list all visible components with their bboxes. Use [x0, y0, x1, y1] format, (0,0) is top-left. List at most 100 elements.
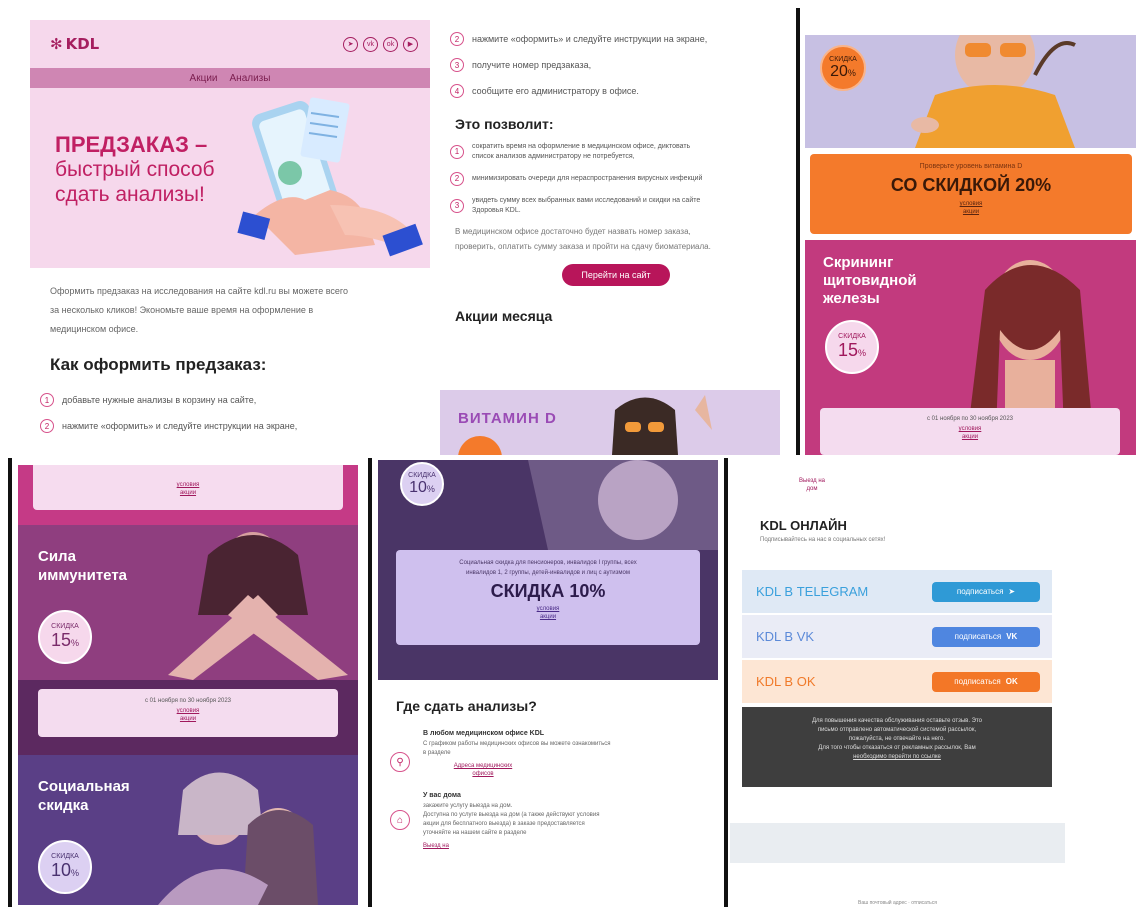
- vitamin-promo-photo[interactable]: СКИДКА 20%: [805, 35, 1136, 148]
- benefit-number: 2: [450, 172, 464, 186]
- email-panel-locations: СКИДКА 10% Социальная скидка для пенсион…: [378, 460, 718, 907]
- discount-badge: СКИДКА 10%: [400, 462, 444, 506]
- nav-link-promos[interactable]: Акции: [190, 73, 218, 84]
- home-visit-link[interactable]: Выезд на: [423, 842, 543, 850]
- email-panel-online: Выезд на дом KDL ОНЛАЙН Подписывайтесь на…: [730, 465, 1065, 907]
- location-item-home: ⌂ У вас дома закажите услугу выезда на д…: [378, 792, 718, 850]
- divider-vertical-left: [8, 458, 12, 907]
- telegram-icon[interactable]: ➤: [343, 36, 358, 52]
- bottom-legal-text: Ваш почтовый адрес · отписаться: [858, 900, 937, 906]
- where-title: Где сдать анализы?: [396, 698, 537, 714]
- benefit-item: 1 сократить время на оформление в медици…: [440, 142, 792, 162]
- benefit-number: 1: [450, 145, 464, 159]
- promo-dates: с 01 ноября по 30 ноября 2023: [145, 698, 231, 704]
- benefit-item: 2 минимизировать очереди для нераспростр…: [440, 172, 792, 186]
- social-discount-box[interactable]: Социальная скидка для пенсионеров, инвал…: [396, 550, 700, 645]
- social-discount-title: Социальная скидка: [38, 778, 130, 814]
- intro-text: Оформить предзаказ на исследования на са…: [50, 286, 348, 334]
- immunity-title: Сила иммунитета: [38, 548, 128, 584]
- benefit-item: 3 увидеть сумму всех выбранных вами иссл…: [440, 196, 792, 216]
- email-panel-benefits: 2 нажмите «оформить» и следуйте инструкц…: [440, 20, 792, 455]
- hero-subtitle-2: сдать анализы!: [55, 183, 205, 206]
- discount-headline: СКИДКА 10%: [490, 581, 606, 601]
- vk-icon: VK: [1006, 632, 1018, 641]
- ok-subscribe-button[interactable]: подписаться OK: [932, 671, 1040, 692]
- divider-horizontal: [0, 455, 1136, 458]
- unsubscribe-link[interactable]: необходимо перейти по ссылке: [762, 753, 1032, 762]
- benefits-title: Это позволит:: [455, 116, 554, 132]
- social-discount-section: СКИДКА 10% Социальная скидка для пенсион…: [378, 460, 718, 680]
- immunity-banner[interactable]: Сила иммунитета СКИДКА 15%: [18, 525, 358, 680]
- step-number: 3: [450, 58, 464, 72]
- logo-mark-icon: ✻: [50, 35, 63, 53]
- hero-text: ПРЕДЗАКАЗ – быстрый способ сдать анализы…: [55, 132, 255, 207]
- location-title: В любом медицинском офисе KDL: [423, 730, 545, 737]
- telegram-subscribe-button[interactable]: подписаться ➤: [932, 581, 1040, 602]
- discount-badge: СКИДКА 15%: [38, 610, 92, 664]
- vk-subscribe-button[interactable]: подписаться VK: [932, 626, 1040, 647]
- hero-subtitle-1: быстрый способ: [55, 158, 215, 181]
- vk-label: KDL В VK: [756, 629, 815, 644]
- social-icons: ➤ vk ok ▶: [343, 36, 418, 52]
- divider-vertical-mid1: [368, 458, 372, 907]
- youtube-icon[interactable]: ▶: [403, 36, 418, 52]
- ok-label: KDL В OK: [756, 674, 816, 689]
- telegram-icon: ➤: [1008, 587, 1016, 596]
- telegram-label: KDL В TELEGRAM: [756, 584, 869, 599]
- step-item: 2 нажмите «оформить» и следуйте инструкц…: [440, 32, 792, 46]
- step-number: 1: [40, 393, 54, 407]
- vitamin-d-photo: [458, 395, 712, 455]
- email-header: ✻ KDL ➤ vk ok ▶: [30, 20, 430, 68]
- vk-icon[interactable]: vk: [363, 36, 378, 52]
- discount-badge: СКИДКА 20%: [820, 45, 866, 91]
- step-number: 4: [450, 84, 464, 98]
- social-discount-banner[interactable]: Социальная скидка СКИДКА 10%: [18, 755, 358, 905]
- vitamin-d-banner[interactable]: ВИТАМИН D: [440, 390, 780, 455]
- vitamin-d-discount-box[interactable]: Проверьте уровень витамина D СО СКИДКОЙ …: [810, 154, 1132, 234]
- step-item: 4 сообщите его администратору в офисе.: [440, 84, 792, 98]
- location-item-office: ⚲ В любом медицинском офисе KDL С график…: [378, 730, 718, 778]
- divider-vertical-mid2: [724, 458, 728, 907]
- go-to-site-button[interactable]: Перейти на сайт: [562, 264, 670, 286]
- benefit-number: 3: [450, 199, 464, 213]
- kdl-online-subtitle: Подписывайтесь на нас в социальных сетях…: [760, 537, 886, 543]
- telegram-row: KDL В TELEGRAM подписаться ➤: [742, 570, 1052, 613]
- location-title: У вас дома: [423, 792, 461, 799]
- email-footer-notice: Для повышения качества обслуживания оста…: [742, 707, 1052, 787]
- discount-badge: СКИДКА 15%: [825, 320, 879, 374]
- email-panel-promos-2: условия акции Сила иммунитета СКИДКА 15% …: [18, 465, 358, 905]
- office-addresses-link[interactable]: Адреса медицинских офисов: [423, 762, 543, 778]
- hero-section: ✻ KDL ➤ vk ok ▶ Акции Анализы ПРЕДЗАКАЗ …: [30, 20, 430, 268]
- step-number: 2: [450, 32, 464, 46]
- person-pin-icon: ⚲: [390, 752, 410, 772]
- promo-conditions-link[interactable]: условия акции: [820, 425, 1120, 441]
- promo-dates: с 01 ноября по 30 ноября 2023: [927, 416, 1013, 422]
- step-number: 2: [40, 419, 54, 433]
- step-item: 3 получите номер предзаказа,: [440, 58, 792, 72]
- office-note: В медицинском офисе достаточно будет наз…: [455, 227, 711, 251]
- home-icon: ⌂: [390, 810, 410, 830]
- how-to-preorder-title: Как оформить предзаказ:: [50, 355, 267, 374]
- phone-hand-illustration: [237, 97, 423, 257]
- promo-conditions-link[interactable]: условия акции: [38, 707, 338, 723]
- thyroid-screening-banner[interactable]: Скрининг щитовидной железы СКИДКА 15% с …: [805, 240, 1136, 455]
- email-panel-promos-1: СКИДКА 20% Проверьте уровень витамина D …: [805, 35, 1136, 455]
- home-visit-link[interactable]: Выезд на дом: [782, 465, 842, 493]
- nav-link-analyses[interactable]: Анализы: [230, 73, 271, 84]
- promo-conditions-link[interactable]: условия акции: [396, 605, 700, 621]
- footer-band: [730, 823, 1065, 863]
- ok-row: KDL В OK подписаться OK: [742, 660, 1052, 703]
- divider-vertical-top: [796, 8, 800, 458]
- promo-dates-box: с 01 ноября по 30 ноября 2023 условия акц…: [38, 689, 338, 737]
- ok-icon[interactable]: ok: [383, 36, 398, 52]
- promo-conditions-link[interactable]: условия акции: [810, 200, 1132, 216]
- promo-conditions-link[interactable]: условия акции: [33, 465, 343, 497]
- previous-promo-footer: условия акции: [18, 465, 358, 525]
- email-panel-preorder: ✻ KDL ➤ vk ok ▶ Акции Анализы ПРЕДЗАКАЗ …: [30, 20, 430, 455]
- email-nav: Акции Анализы: [30, 68, 430, 88]
- promo-dates-box: с 01 ноября по 30 ноября 2023 условия акц…: [820, 408, 1120, 455]
- kdl-online-title: KDL ОНЛАЙН: [760, 518, 847, 533]
- kdl-logo[interactable]: ✻ KDL: [50, 35, 99, 53]
- ok-icon: OK: [1005, 677, 1018, 686]
- immunity-dates-section: с 01 ноября по 30 ноября 2023 условия акц…: [18, 680, 358, 755]
